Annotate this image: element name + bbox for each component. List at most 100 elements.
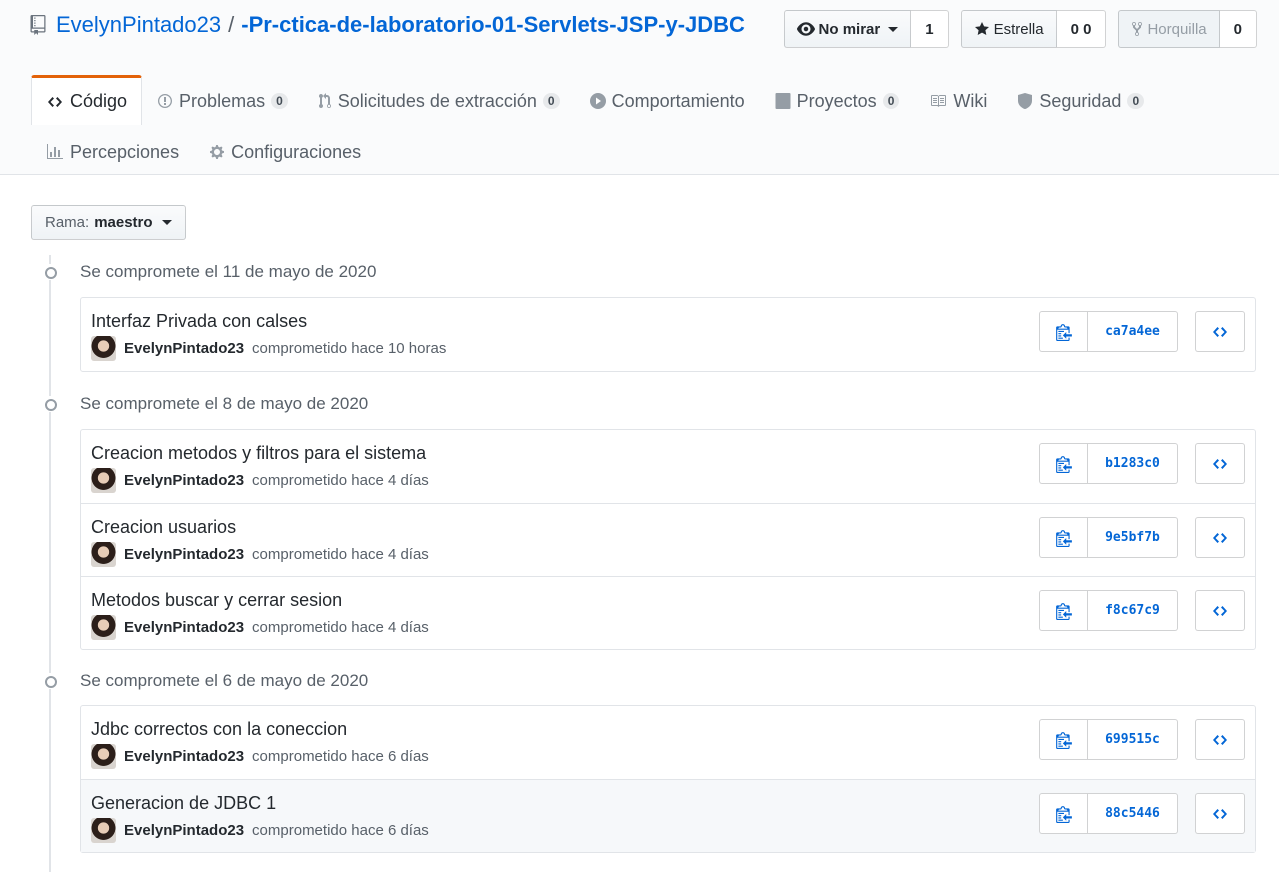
project-icon (775, 93, 791, 109)
shield-icon (1018, 93, 1033, 109)
eye-icon (796, 22, 815, 36)
branch-selector[interactable]: Rama: maestro (31, 205, 186, 240)
repo-name-link[interactable]: -Pr-ctica-de-laboratorio-01-Servlets-JSP… (241, 12, 745, 38)
commit-dot-icon (38, 673, 62, 689)
copy-sha-button[interactable] (1039, 311, 1088, 352)
code-icon (1213, 605, 1227, 616)
tab-insights[interactable]: Percepciones (31, 128, 194, 174)
copy-sha-button[interactable] (1039, 517, 1088, 558)
sha-group: 9e5bf7b (1039, 517, 1178, 558)
commit-row: Metodos buscar y cerrar sesion EvelynPin… (81, 576, 1255, 649)
watch-button[interactable]: No mirar (783, 10, 912, 48)
tab-label: Solicitudes de extracción (337, 90, 537, 111)
commit-author[interactable]: EvelynPintado23 (124, 472, 244, 489)
commit-message[interactable]: Creacion usuarios (91, 517, 236, 538)
tab-counter: 0 (542, 93, 560, 109)
commit-message[interactable]: Metodos buscar y cerrar sesion (91, 590, 342, 611)
commit-time: comprometido hace 6 días (252, 822, 429, 839)
repo-title: EvelynPintado23 / -Pr-ctica-de-laborator… (30, 12, 745, 38)
browse-files-button[interactable] (1195, 443, 1245, 484)
tab-counter: 0 (882, 93, 900, 109)
commit-row: Creacion metodos y filtros para el siste… (81, 430, 1255, 503)
tab-settings[interactable]: Configuraciones (194, 128, 376, 174)
commit-time: comprometido hace 4 días (252, 619, 429, 636)
avatar[interactable] (91, 818, 116, 843)
browse-files-button[interactable] (1195, 793, 1245, 834)
repo-owner-link[interactable]: EvelynPintado23 (56, 12, 221, 38)
commit-author[interactable]: EvelynPintado23 (124, 748, 244, 765)
commit-sha-link[interactable]: b1283c0 (1088, 443, 1178, 484)
tab-wiki[interactable]: Wiki (914, 75, 1002, 125)
commit-sha-link[interactable]: ca7a4ee (1088, 311, 1178, 352)
clipboard-icon (1055, 805, 1072, 823)
avatar[interactable] (91, 468, 116, 493)
commit-row: Generacion de JDBC 1 EvelynPintado23 com… (81, 779, 1255, 852)
commit-sha-link[interactable]: 9e5bf7b (1088, 517, 1178, 558)
commit-time: comprometido hace 6 días (252, 748, 429, 765)
clipboard-icon (1055, 455, 1072, 473)
copy-sha-button[interactable] (1039, 719, 1088, 760)
tab-issues[interactable]: Problemas 0 (142, 75, 303, 125)
tab-code[interactable]: Código (31, 75, 143, 125)
commit-sha-link[interactable]: 699515c (1088, 719, 1178, 760)
commit-time: comprometido hace 4 días (252, 546, 429, 563)
code-icon (1213, 458, 1227, 469)
tab-counter: 0 (271, 93, 288, 109)
browse-files-button[interactable] (1195, 590, 1245, 631)
star-button[interactable]: Estrella (960, 10, 1057, 48)
tab-projects[interactable]: Proyectos 0 (760, 75, 915, 125)
tab-label: Proyectos (796, 90, 877, 111)
commit-message[interactable]: Jdbc correctos con la coneccion (91, 719, 347, 740)
commit-author[interactable]: EvelynPintado23 (124, 619, 244, 636)
commit-row: Jdbc correctos con la coneccion EvelynPi… (81, 706, 1255, 779)
code-icon (48, 96, 62, 107)
commit-message[interactable]: Generacion de JDBC 1 (91, 793, 276, 814)
play-icon (589, 93, 606, 109)
commit-row: Creacion usuarios EvelynPintado23 compro… (81, 503, 1255, 576)
commit-message[interactable]: Interfaz Privada con calses (91, 311, 307, 332)
browse-files-button[interactable] (1195, 719, 1245, 760)
commit-date: Se compromete el 6 de mayo de 2020 (80, 671, 369, 690)
code-icon (1213, 734, 1227, 745)
commit-meta: EvelynPintado23 comprometido hace 4 días (91, 542, 429, 567)
repo-actions: No mirar 1 Estrella 0 0 Horquilla 0 (783, 10, 1257, 48)
copy-sha-button[interactable] (1039, 793, 1088, 834)
sha-group: 88c5446 (1039, 793, 1178, 834)
avatar[interactable] (91, 744, 116, 769)
copy-sha-button[interactable] (1039, 443, 1088, 484)
fork-button[interactable]: Horquilla (1118, 10, 1220, 48)
repo-nav-row-2: Percepciones Configuraciones (31, 128, 376, 174)
commit-group-heading: Se compromete el 11 de mayo de 2020 (38, 257, 376, 287)
browse-files-button[interactable] (1195, 311, 1245, 352)
branch-prefix: Rama: (45, 214, 90, 231)
path-separator: / (228, 12, 235, 37)
commit-author[interactable]: EvelynPintado23 (124, 340, 244, 357)
avatar[interactable] (91, 336, 116, 361)
fork-group: Horquilla 0 (1118, 10, 1257, 48)
repo-nav: Código Problemas 0 Solicitudes de extrac… (31, 75, 1159, 125)
fork-count[interactable]: 0 (1219, 10, 1257, 48)
commit-sha-link[interactable]: f8c67c9 (1088, 590, 1178, 631)
avatar[interactable] (91, 615, 116, 640)
tab-security[interactable]: Seguridad 0 (1002, 75, 1159, 125)
watch-group: No mirar 1 (783, 10, 949, 48)
star-count[interactable]: 0 0 (1056, 10, 1107, 48)
watch-count[interactable]: 1 (911, 10, 949, 48)
chevron-down-icon (161, 220, 172, 225)
copy-sha-button[interactable] (1039, 590, 1088, 631)
commit-date: Se compromete el 11 de mayo de 2020 (80, 262, 377, 281)
commit-author[interactable]: EvelynPintado23 (124, 822, 244, 839)
browse-files-button[interactable] (1195, 517, 1245, 558)
tab-pull-requests[interactable]: Solicitudes de extracción 0 (303, 75, 575, 125)
commit-message[interactable]: Creacion metodos y filtros para el siste… (91, 443, 426, 464)
commit-group-heading: Se compromete el 8 de mayo de 2020 (38, 389, 368, 419)
commit-author[interactable]: EvelynPintado23 (124, 546, 244, 563)
commit-time: comprometido hace 4 días (252, 472, 429, 489)
tab-actions[interactable]: Comportamiento (575, 75, 760, 125)
commit-sha-link[interactable]: 88c5446 (1088, 793, 1178, 834)
star-icon (974, 22, 989, 35)
commit-row: Interfaz Privada con calses EvelynPintad… (81, 298, 1255, 371)
avatar[interactable] (91, 542, 116, 567)
code-icon (1213, 532, 1227, 543)
tab-label: Código (70, 91, 128, 111)
